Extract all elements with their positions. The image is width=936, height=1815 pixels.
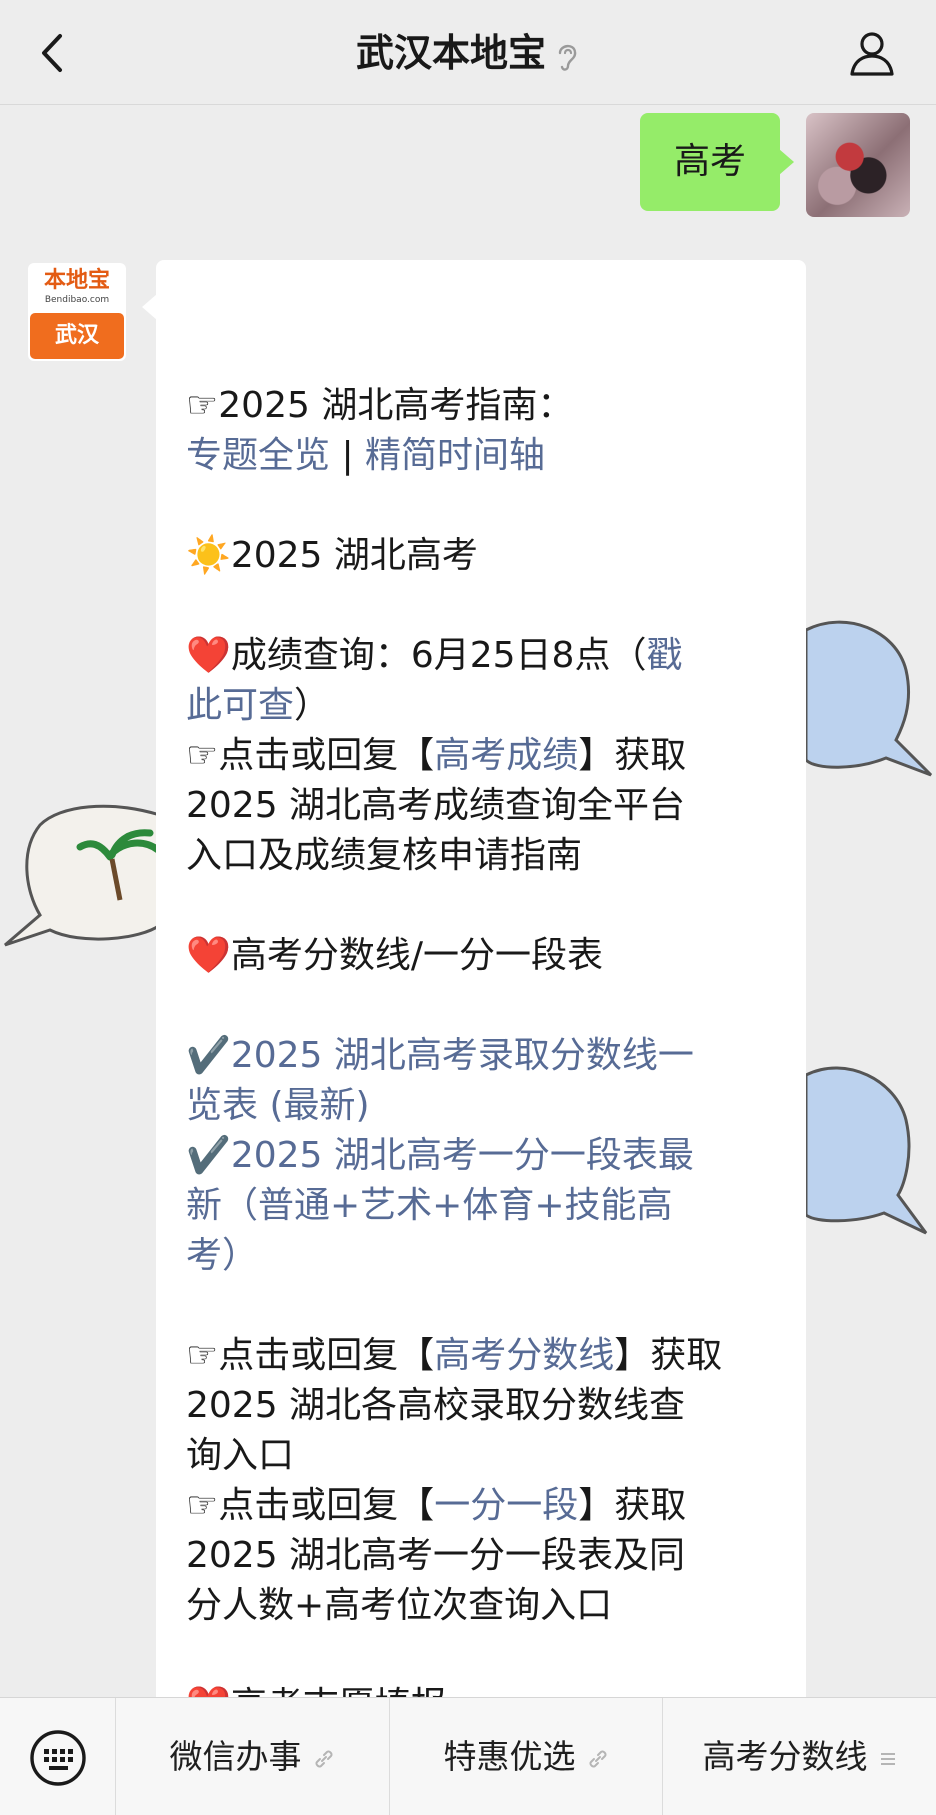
message-text: ☞2025 湖北高考指南： 专题全览 | 精简时间轴 ☀️2025 湖北高考 ❤️成绩… (186, 381, 776, 1697)
page-title: 武汉本地宝 (0, 28, 936, 78)
logo-city-text: 武汉 (30, 313, 124, 359)
keyboard-toggle-button[interactable] (0, 1698, 116, 1815)
message-text-segment: ☞点击或回复【 (186, 1485, 435, 1526)
message-link[interactable]: 新（普通+艺术+体育+技能高 (186, 1185, 673, 1226)
menu-item-label: 高考分数线 (702, 1737, 868, 1776)
message-line: 考） (186, 1231, 776, 1281)
message-line: 此可查） (186, 681, 776, 731)
outgoing-message-bubble[interactable]: 高考 (639, 113, 795, 211)
user-icon[interactable] (848, 28, 896, 78)
message-line: 新（普通+艺术+体育+技能高 (186, 1181, 776, 1231)
message-link[interactable]: 专题全览 (186, 435, 330, 476)
message-line: 览表 (最新) (186, 1081, 776, 1131)
message-line: 分人数+高考位次查询入口 (186, 1581, 776, 1631)
message-text-segment: 2025 湖北高考一分一段表及同 (186, 1535, 686, 1576)
message-link[interactable]: 考） (186, 1235, 258, 1276)
message-text-segment: 2025 湖北高考成绩查询全平台 (186, 785, 686, 826)
message-line: ☞点击或回复【一分一段】获取 (186, 1481, 776, 1531)
chat-area[interactable]: 高考 本地宝 Bendibao.com 武汉 ☞2025 湖北高考指南： 专题全览… (0, 105, 936, 1697)
message-text-segment: ✔️ (186, 1135, 231, 1176)
message-line: ❤️高考分数线/一分一段表 (186, 931, 776, 981)
message-text-segment: 2025 湖北各高校录取分数线查 (186, 1385, 686, 1426)
message-line: 专题全览 | 精简时间轴 (186, 431, 776, 481)
sticker-right-bottom-icon (804, 1066, 928, 1235)
logo-brand-text: 本地宝 (43, 268, 110, 293)
message-text-segment: ☞点击或回复【 (186, 735, 435, 776)
message-text-segment: 入口及成绩复核申请指南 (186, 835, 583, 876)
message-text-segment: ☞点击或回复【 (186, 1335, 435, 1376)
message-link[interactable]: 2025 湖北高考录取分数线一 (231, 1035, 694, 1076)
menu-lines-icon (880, 1752, 895, 1765)
message-link[interactable]: 戳 (646, 635, 682, 676)
logo-domain-text: Bendibao.com (44, 295, 110, 305)
message-line: 入口及成绩复核申请指南 (186, 831, 776, 881)
menu-item-label: 微信办事 (169, 1737, 302, 1776)
message-text-segment: 】获取 (614, 1335, 723, 1376)
menu-item-wechat-services[interactable]: 微信办事 (116, 1698, 389, 1815)
message-link[interactable]: 此可查 (186, 685, 294, 726)
menu-item-label: 特惠优选 (443, 1737, 576, 1776)
link-icon (589, 1750, 606, 1767)
message-line: ✔️2025 湖北高考一分一段表最 (186, 1131, 776, 1181)
message-line: 2025 湖北高考一分一段表及同 (186, 1531, 776, 1581)
message-line: 2025 湖北各高校录取分数线查 (186, 1381, 776, 1431)
menu-item-gaokao-score-line[interactable]: 高考分数线 (662, 1698, 936, 1815)
message-line: ☞2025 湖北高考指南： (186, 381, 776, 431)
ear-icon (558, 44, 577, 71)
message-text-segment: 询入口 (186, 1435, 295, 1476)
message-line: ❤️成绩查询：6月25日8点（戳 (186, 631, 776, 681)
message-link[interactable]: 高考成绩 (434, 735, 578, 776)
message-link[interactable]: 高考分数线 (434, 1335, 614, 1376)
message-text-segment: 】获取 (578, 735, 687, 776)
keyboard-icon (30, 1730, 86, 1786)
link-icon (315, 1750, 332, 1767)
message-text-segment: ❤️成绩查询：6月25日8点（ (186, 635, 647, 676)
message-text-segment: ✔️ (186, 1035, 231, 1076)
account-logo-avatar[interactable]: 本地宝 Bendibao.com 武汉 (28, 263, 126, 361)
message-text-segment: ☞2025 湖北高考指南： (186, 385, 574, 426)
message-line: 2025 湖北高考成绩查询全平台 (186, 781, 776, 831)
sticker-left-icon (4, 804, 162, 947)
top-navigation-bar: 武汉本地宝 (0, 0, 936, 105)
message-link[interactable]: 精简时间轴 (365, 435, 545, 476)
message-link[interactable]: 览表 (最新) (186, 1085, 370, 1126)
message-line: ☞点击或回复【高考分数线】获取 (186, 1331, 776, 1381)
message-text-segment: ☀️2025 湖北高考 (186, 535, 478, 576)
message-link[interactable]: 2025 湖北高考一分一段表最 (231, 1135, 694, 1176)
message-line: ✔️2025 湖北高考录取分数线一 (186, 1031, 776, 1081)
message-text-segment: ） (294, 685, 331, 726)
message-line: ❤️高考志愿填报 (186, 1681, 776, 1697)
message-text-segment: 】获取 (578, 1485, 687, 1526)
page-title-text: 武汉本地宝 (355, 31, 546, 75)
message-line: ☞点击或回复【高考成绩】获取 (186, 731, 776, 781)
menu-item-special-deals[interactable]: 特惠优选 (389, 1698, 663, 1815)
user-avatar[interactable] (806, 113, 910, 217)
sticker-right-top-icon (804, 620, 933, 777)
message-text-segment: ❤️高考志愿填报 (186, 1685, 447, 1697)
message-text-segment: ❤️高考分数线/一分一段表 (186, 935, 603, 976)
message-text-segment: 分人数+高考位次查询入口 (186, 1585, 613, 1626)
incoming-message-card[interactable]: ☞2025 湖北高考指南： 专题全览 | 精简时间轴 ☀️2025 湖北高考 ❤️成绩… (142, 260, 806, 1697)
message-text-segment: | (330, 435, 366, 476)
bottom-menu-bar: 微信办事 特惠优选 高考分数线 (0, 1697, 936, 1815)
message-line: ☀️2025 湖北高考 (186, 531, 776, 581)
message-line: 询入口 (186, 1431, 776, 1481)
message-link[interactable]: 一分一段 (434, 1485, 578, 1526)
